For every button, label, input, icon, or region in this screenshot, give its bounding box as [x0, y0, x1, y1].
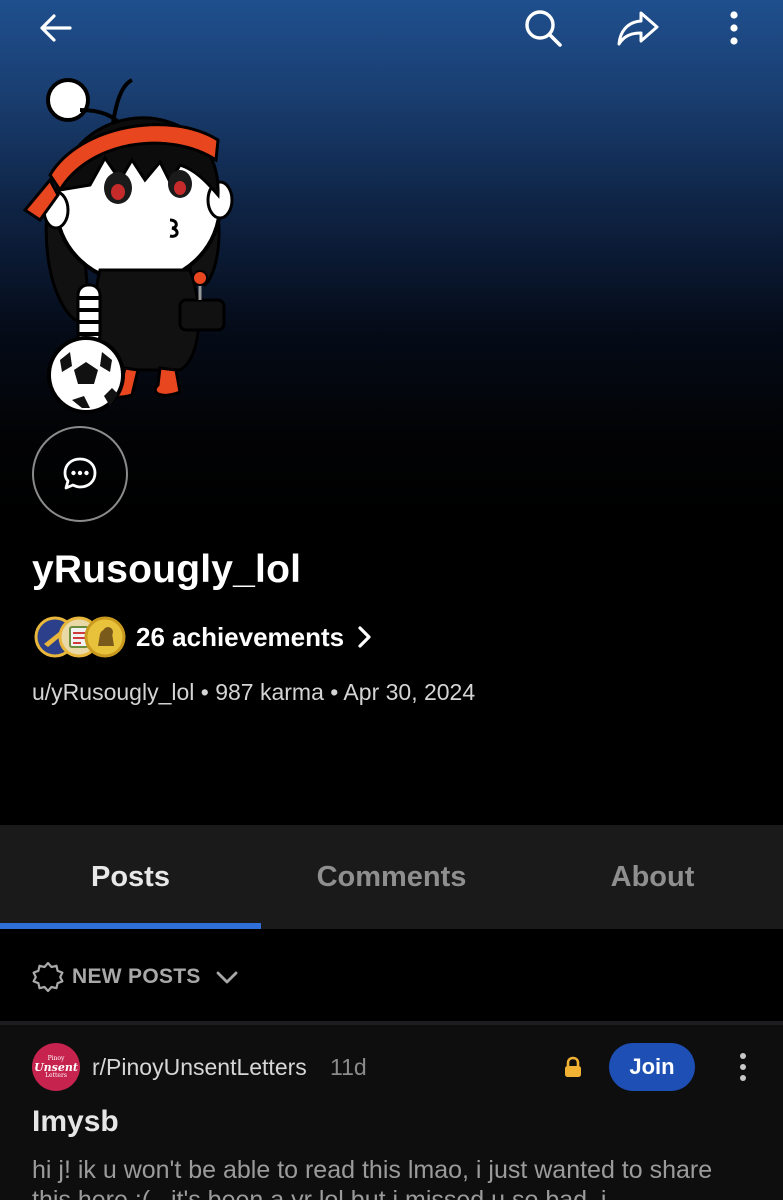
username: yRusougly_lol: [32, 548, 302, 591]
tab-comments[interactable]: Comments: [261, 825, 522, 930]
achievements-label: 26 achievements: [136, 621, 345, 652]
join-button[interactable]: Join: [609, 1043, 695, 1091]
tab-about[interactable]: About: [522, 825, 783, 930]
subreddit-avatar-line3: Letters: [45, 1071, 67, 1079]
post-more-options-icon[interactable]: [728, 1049, 758, 1085]
post-body: hi j! ik u won't be able to read this lm…: [32, 1156, 713, 1200]
tab-posts[interactable]: Posts: [0, 825, 261, 930]
chat-bubble-icon: [63, 457, 97, 490]
profile-screen: yRusougly_lol 26 achievements u/yRusougl…: [0, 0, 783, 1200]
sort-button[interactable]: NEW POSTS: [32, 957, 239, 997]
profile-tabs: Posts Comments About: [0, 825, 783, 930]
lock-icon: [565, 1056, 581, 1077]
more-options-icon[interactable]: [710, 4, 758, 52]
achievement-badges: [32, 613, 128, 661]
sort-label: NEW POSTS: [72, 965, 201, 988]
back-arrow-icon[interactable]: [32, 4, 80, 52]
search-icon[interactable]: [519, 4, 567, 52]
chevron-down-icon: [215, 969, 239, 985]
share-icon[interactable]: [614, 4, 662, 52]
subreddit-avatar-line2: Unsent: [34, 1060, 78, 1074]
chevron-right-icon: [356, 625, 372, 649]
chat-button[interactable]: [32, 426, 128, 522]
achievements-link[interactable]: 26 achievements: [32, 612, 372, 662]
user-meta: u/yRusougly_lol • 987 karma • Apr 30, 20…: [32, 679, 476, 705]
new-badge-icon: [32, 961, 64, 993]
avatar: [20, 70, 240, 420]
sort-bar: NEW POSTS: [0, 929, 783, 1021]
post-age: 11d: [330, 1054, 367, 1080]
post-card[interactable]: Pinoy Unsent Letters r/PinoyUnsentLetter…: [0, 1025, 783, 1200]
top-bar: [0, 0, 783, 56]
subreddit-avatar[interactable]: Pinoy Unsent Letters: [32, 1043, 80, 1091]
post-title[interactable]: Imysb: [32, 1105, 119, 1139]
subreddit-name[interactable]: r/PinoyUnsentLetters: [92, 1054, 307, 1081]
achievement-badge-icon: [84, 616, 126, 658]
profile-header: yRusougly_lol 26 achievements u/yRusougl…: [0, 0, 783, 825]
